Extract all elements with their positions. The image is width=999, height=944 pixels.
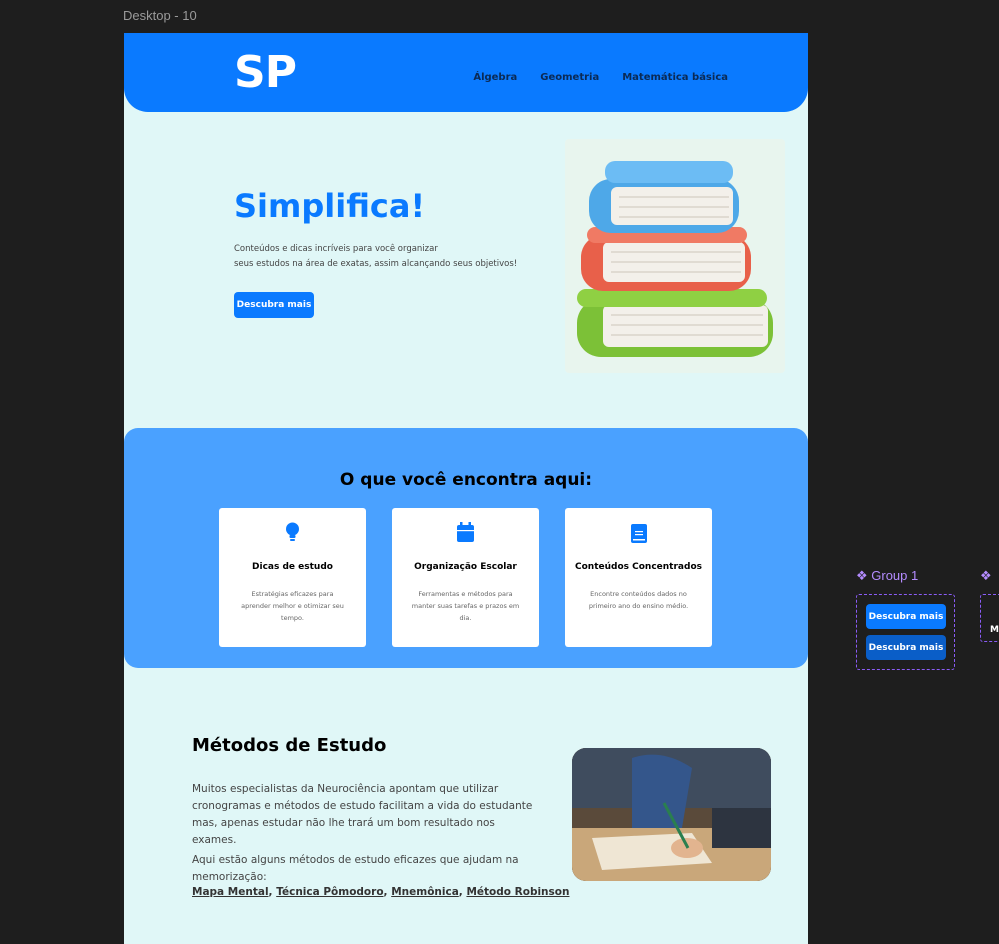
link-mnemonica[interactable]: Mnemônica [391, 886, 459, 898]
books-stack-icon [565, 139, 785, 373]
feature-card-text: Estratégias eficazes para aprender melho… [241, 590, 344, 622]
feature-card-organizacao[interactable]: Organização Escolar Ferramentas e método… [392, 508, 539, 647]
lightbulb-icon [219, 522, 366, 544]
artboard: SP Álgebra Geometria Matemática básica S… [124, 33, 808, 944]
variant-hover-button[interactable]: Descubra mais [866, 635, 946, 660]
link-metodo-robinson[interactable]: Método Robinson [466, 886, 569, 898]
metodos-paragraph-1: Muitos especialistas da Neurociência apo… [192, 783, 533, 846]
link-mapa-mental[interactable]: Mapa Mental [192, 886, 269, 898]
metodos-links: Mapa Mental, Técnica Pômodoro, Mnemônica… [192, 886, 570, 898]
variant-primary-button[interactable]: Descubra mais [866, 604, 946, 629]
group-2-text: M [990, 625, 999, 635]
hero-description-line-2: seus estudos na área de exatas, assim al… [234, 259, 518, 269]
features-title: O que você encontra aqui: [339, 470, 593, 490]
student-writing-photo [572, 748, 771, 881]
logo[interactable]: SP [234, 47, 297, 98]
feature-card-conteudos[interactable]: Conteúdos Concentrados Encontre conteúdo… [565, 508, 712, 647]
group-2-frame[interactable]: M [980, 594, 999, 642]
group-2-label[interactable]: ❖ [980, 568, 992, 584]
hero-description-line-1: Conteúdos e dicas incríveis para você or… [234, 244, 438, 254]
book-icon [565, 522, 712, 544]
hero-title: Simplifica! [234, 187, 426, 225]
metodos-paragraph-2: Aqui estão alguns métodos de estudo efic… [192, 854, 519, 883]
features-section: O que você encontra aqui: Dicas de estud… [124, 428, 808, 668]
main-nav: Álgebra Geometria Matemática básica [473, 72, 728, 83]
group-1-label[interactable]: ❖ Group 1 [856, 568, 918, 584]
hero-description: Conteúdos e dicas incríveis para você or… [234, 242, 534, 272]
group-1-frame[interactable]: Descubra mais Descubra mais [856, 594, 955, 670]
feature-card-title: Dicas de estudo [252, 562, 333, 572]
nav-link-geometria[interactable]: Geometria [540, 72, 599, 83]
link-tecnica-pomodoro[interactable]: Técnica Pômodoro [276, 886, 383, 898]
calendar-icon [392, 522, 539, 544]
feature-card-text: Encontre conteúdos dados no primeiro ano… [588, 590, 689, 610]
hero-cta-button[interactable]: Descubra mais [234, 292, 314, 318]
feature-card-text: Ferramentas e métodos para manter suas t… [411, 590, 520, 622]
feature-card-title: Conteúdos Concentrados [575, 562, 702, 572]
metodos-title: Métodos de Estudo [192, 735, 387, 756]
feature-card-dicas[interactable]: Dicas de estudo Estratégias eficazes par… [219, 508, 366, 647]
site-header: SP Álgebra Geometria Matemática básica [124, 33, 808, 112]
nav-link-algebra[interactable]: Álgebra [473, 72, 517, 83]
frame-label: Desktop - 10 [123, 8, 197, 23]
nav-link-matematica-basica[interactable]: Matemática básica [622, 72, 728, 83]
feature-card-title: Organização Escolar [414, 562, 517, 572]
